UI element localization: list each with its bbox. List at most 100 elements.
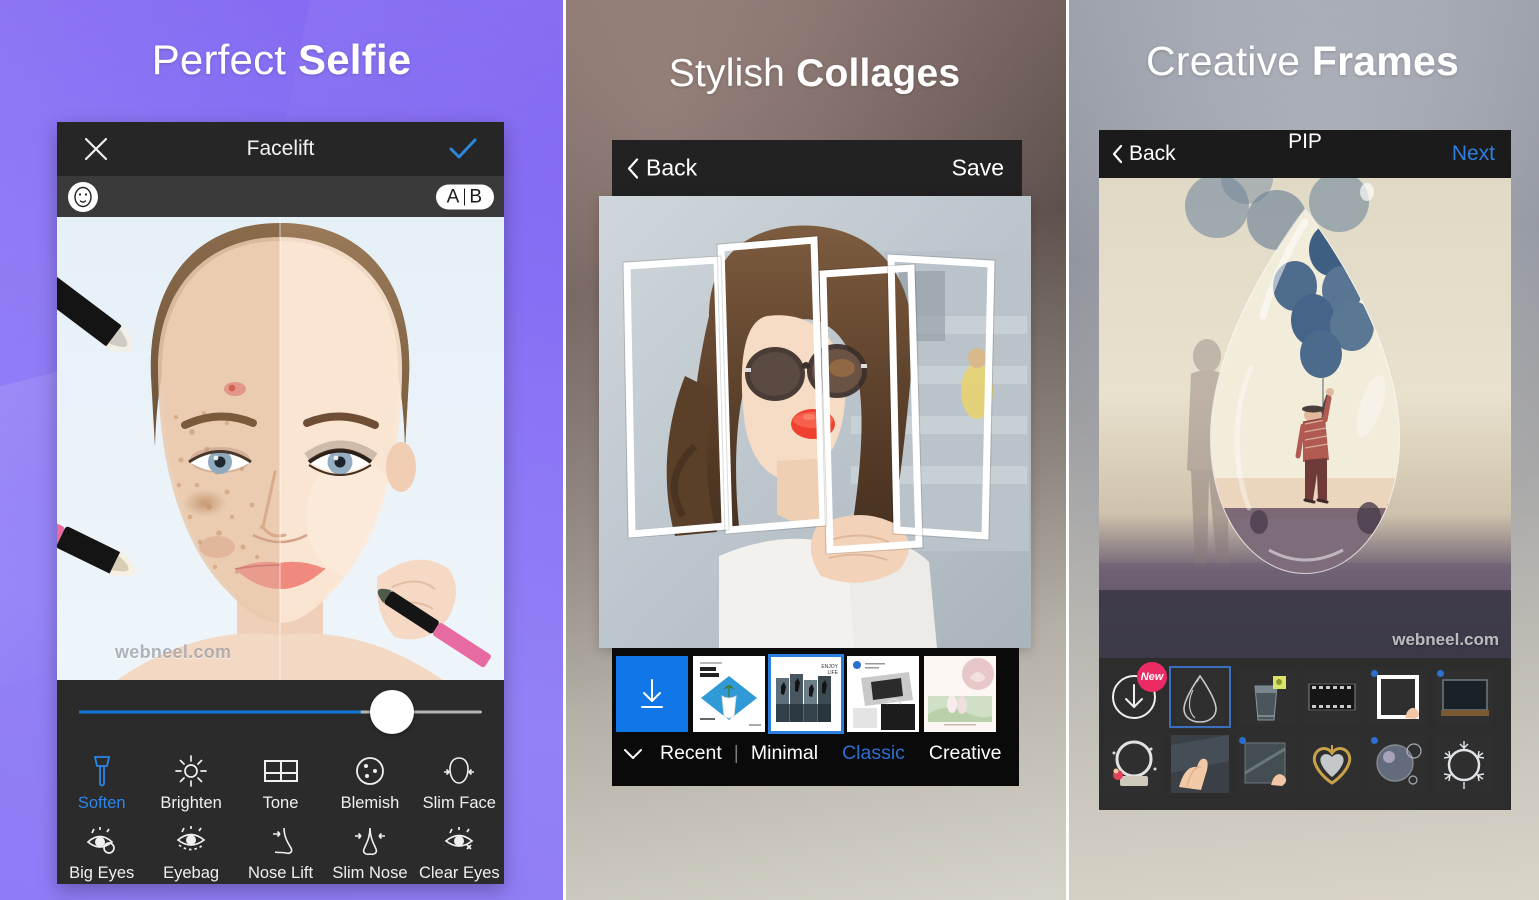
category-recent[interactable]: Recent: [648, 742, 734, 765]
tool-eyebag[interactable]: Eyebag: [146, 821, 235, 883]
frame-film-strip[interactable]: [1303, 668, 1361, 726]
tool-label: Slim Nose: [332, 864, 408, 882]
frames-row-2: [1105, 735, 1505, 793]
blue-dot-indicator: [1371, 670, 1378, 677]
headline-bold-part: Frames: [1311, 38, 1459, 84]
chevron-left-icon: [627, 157, 639, 179]
watermark-panel-3: webneel.com: [1392, 630, 1499, 649]
panel-divider-2: [1066, 0, 1069, 900]
ab-compare-toggle[interactable]: A B: [435, 184, 494, 209]
water-drop-composite: [1099, 178, 1511, 658]
tool-label: Soften: [77, 794, 126, 812]
frame-glass-pane-hand[interactable]: [1237, 735, 1295, 793]
frame-soap-bubble[interactable]: [1369, 735, 1427, 793]
template-creative-pastel[interactable]: [924, 656, 996, 732]
tone-panels-icon: [236, 751, 325, 791]
nose-lift-icon: [236, 821, 325, 861]
app-store-screenshot-gallery: Perfect Selfie Facelift A B webneel.com …: [0, 0, 1539, 900]
before-after-face-photo: [57, 217, 504, 680]
chevron-down-icon[interactable]: [618, 748, 648, 760]
download-frames-button[interactable]: New: [1105, 662, 1167, 726]
new-badge: New: [1137, 662, 1167, 692]
category-classic[interactable]: Classic: [830, 742, 917, 765]
download-templates-button[interactable]: [616, 656, 688, 732]
facelift-subbar: A B: [57, 176, 504, 217]
tool-clear-eyes[interactable]: Clear Eyes: [415, 821, 504, 883]
panel-perfect-selfie: Perfect Selfie Facelift A B webneel.com …: [0, 0, 563, 900]
intensity-slider[interactable]: [57, 680, 504, 743]
ab-toggle-a: A: [446, 186, 461, 207]
tool-label: Tone: [262, 794, 299, 812]
tool-label: Big Eyes: [69, 864, 135, 882]
clear-eyes-icon: [415, 821, 504, 861]
phone-mockup-facelift: Facelift A B webneel.com Soften Brighten…: [57, 122, 504, 884]
slider-fill: [79, 710, 362, 713]
headline-bold-part: Selfie: [298, 36, 412, 83]
download-arrow-icon: [641, 679, 663, 708]
panel-2-headline: Stylish Collages: [563, 52, 1066, 96]
category-creative[interactable]: Creative: [917, 742, 1014, 765]
tool-label: Blemish: [340, 794, 400, 812]
headline-bold-part: Collages: [796, 52, 961, 95]
slider-track[interactable]: [79, 710, 482, 713]
blemish-face-icon: [325, 751, 414, 791]
save-button[interactable]: Save: [952, 155, 1004, 182]
tools-row-2: Big Eyes Eyebag Nose Lift Slim Nose Clea…: [57, 821, 504, 883]
slim-face-icon: [415, 751, 504, 791]
frame-glass-water[interactable]: [1237, 668, 1295, 726]
face-detect-icon[interactable]: [68, 181, 98, 212]
blue-dot-indicator: [1371, 737, 1378, 744]
tool-slim-face[interactable]: Slim Face: [415, 751, 504, 813]
panel-3-headline: Creative Frames: [1066, 38, 1539, 85]
back-button[interactable]: Back: [626, 155, 697, 182]
big-eyes-icon: [57, 821, 146, 861]
frame-polaroid-hand[interactable]: [1369, 668, 1427, 726]
watermark-panel-1: webneel.com: [115, 642, 232, 662]
frame-snowflake-ring[interactable]: [1435, 735, 1493, 793]
collage-photo-strips: [599, 196, 1031, 648]
pip-canvas[interactable]: webneel.com: [1099, 178, 1511, 658]
panel-divider-1: [563, 0, 566, 900]
tool-brighten[interactable]: Brighten: [146, 751, 235, 813]
template-mono-bag[interactable]: [847, 656, 919, 732]
frame-gold-heart-locket[interactable]: [1303, 735, 1361, 793]
next-button[interactable]: Next: [1452, 142, 1495, 166]
tool-label: Eyebag: [163, 864, 220, 882]
frame-hands-open[interactable]: [1171, 735, 1229, 793]
headline-light-part: Stylish: [668, 52, 797, 95]
brighten-sun-icon: [146, 751, 235, 791]
facelift-photo-canvas[interactable]: webneel.com: [57, 217, 504, 680]
frame-water-drop[interactable]: [1169, 666, 1231, 728]
eyebag-icon: [146, 821, 235, 861]
frames-row-1: New: [1105, 662, 1505, 728]
template-classic-enjoy-life[interactable]: ENJOY LIFE: [768, 654, 844, 734]
check-icon[interactable]: [448, 136, 478, 162]
collage-canvas[interactable]: INSTAMAG ENJOY LIFE: [599, 196, 1031, 648]
tool-soften[interactable]: Soften: [57, 751, 146, 813]
tool-blemish[interactable]: Blemish: [325, 751, 414, 813]
svg-text:LIFE: LIFE: [827, 670, 838, 676]
tool-slim-nose[interactable]: Slim Nose: [325, 821, 414, 883]
headline-light-part: Creative: [1146, 38, 1312, 84]
tool-tone[interactable]: Tone: [236, 751, 325, 813]
frame-tv-screen[interactable]: [1435, 668, 1493, 726]
slider-knob[interactable]: [369, 689, 414, 734]
soften-brush-icon: [57, 751, 146, 791]
tool-nose-lift[interactable]: Nose Lift: [236, 821, 325, 883]
tool-label: Nose Lift: [247, 864, 314, 882]
tool-label: Slim Face: [422, 794, 496, 812]
facelift-title: Facelift: [246, 137, 315, 160]
tool-big-eyes[interactable]: Big Eyes: [57, 821, 146, 883]
phone-mockup-pip: Back PIP Next webneel.com New: [1099, 130, 1511, 810]
panel-creative-frames: Creative Frames Back PIP Next webneel.co…: [1066, 0, 1539, 900]
facelift-navbar: Facelift: [57, 122, 504, 176]
ab-toggle-separator: [464, 188, 466, 205]
template-minimal-vase[interactable]: [693, 656, 765, 732]
collage-template-picker: ENJOY LIFE Recent | Minimal Classic Crea…: [612, 648, 1019, 786]
template-thumbnails: ENJOY LIFE: [612, 654, 1019, 734]
ab-toggle-b: B: [469, 186, 483, 207]
category-minimal[interactable]: Minimal: [739, 742, 830, 765]
panel-1-headline: Perfect Selfie: [0, 36, 563, 84]
frame-snow-globe[interactable]: [1105, 735, 1163, 793]
blue-dot-indicator: [1239, 737, 1246, 744]
